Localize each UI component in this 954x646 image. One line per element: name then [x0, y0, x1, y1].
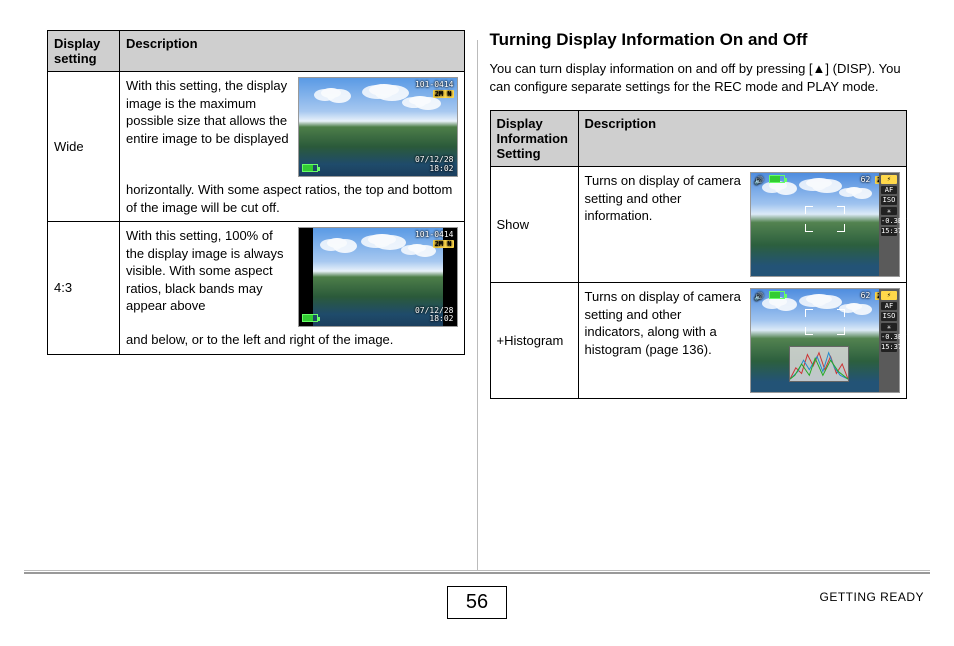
ev-icon: -0.3EV	[881, 333, 897, 341]
wb-icon: ✳	[881, 323, 897, 331]
osd-time: 18:02	[429, 164, 453, 173]
col-header-description: Description	[120, 31, 465, 72]
histogram-overlay	[789, 346, 849, 382]
description-text: Turns on display of camera setting and o…	[585, 172, 743, 225]
description-cell: With this setting, the display image is …	[120, 72, 465, 222]
flash-icon: ⚡	[881, 175, 897, 183]
col-header-setting: Display setting	[48, 31, 120, 72]
description-text-rest: horizontally. With some aspect ratios, t…	[126, 181, 458, 216]
clock-icon: 15:37	[881, 227, 897, 235]
osd-time: 18:02	[429, 314, 453, 323]
description-text: With this setting, the display image is …	[126, 77, 290, 147]
iso-icon: ISO	[881, 312, 897, 320]
osd-shots-remaining: 62	[861, 291, 871, 300]
example-screenshot-wide: 101-0414 2M N 07/12/28 18:02	[298, 77, 458, 177]
description-cell: With this setting, 100% of the display i…	[120, 222, 465, 355]
setting-cell: +Histogram	[490, 283, 578, 399]
display-setting-table: Display setting Description Wide With th…	[47, 30, 465, 355]
description-text: With this setting, 100% of the display i…	[126, 227, 290, 315]
setting-cell: 4:3	[48, 222, 120, 355]
right-column: Turning Display Information On and Off Y…	[478, 30, 920, 570]
af-icon: AF	[881, 186, 897, 194]
col-header-description: Description	[578, 111, 907, 167]
clock-icon: 15:37	[881, 343, 897, 351]
osd-size-badge: 2M N	[433, 90, 454, 98]
description-cell: Turns on display of camera setting and o…	[578, 283, 907, 399]
osd-size-badge: 2M N	[433, 240, 454, 248]
ev-icon: -0.3EV	[881, 217, 897, 225]
description-text: Turns on display of camera setting and o…	[585, 288, 743, 358]
flash-icon: ⚡	[881, 291, 897, 299]
osd-shots-remaining: 62	[861, 175, 871, 184]
setting-cell: Wide	[48, 72, 120, 222]
intro-paragraph: You can turn display information on and …	[490, 60, 908, 96]
table-row: Wide With this setting, the display imag…	[48, 72, 465, 222]
footer-rule	[24, 570, 930, 574]
osd-file-number: 101-0414	[415, 230, 454, 239]
table-row: Show Turns on display of camera setting …	[490, 167, 907, 283]
wb-icon: ✳	[881, 207, 897, 215]
osd-file-number: 101-0414	[415, 80, 454, 89]
iso-icon: ISO	[881, 196, 897, 204]
page-footer: 56 GETTING READY	[24, 570, 930, 622]
page-content: Display setting Description Wide With th…	[0, 0, 954, 570]
description-cell: Turns on display of camera setting and o…	[578, 167, 907, 283]
osd-right-sidebar: ⚡ AF ISO ✳ -0.3EV 15:37	[879, 173, 899, 276]
table-row: 4:3 With this setting, 100% of the displ…	[48, 222, 465, 355]
left-column: Display setting Description Wide With th…	[35, 30, 477, 570]
osd-right-sidebar: ⚡ AF ISO ✳ -0.3EV 15:37	[879, 289, 899, 392]
example-screenshot-show: 🔊 62 2M N ⚡ AF ISO ✳	[750, 172, 900, 277]
example-screenshot-4-3: 101-0414 2M N 07/12/28 18:02	[298, 227, 458, 327]
display-info-table: Display Information Setting Description …	[490, 110, 908, 399]
page-number: 56	[447, 586, 507, 619]
setting-cell: Show	[490, 167, 578, 283]
af-icon: AF	[881, 302, 897, 310]
section-heading: Turning Display Information On and Off	[490, 30, 908, 50]
example-screenshot-histogram: 🔊 62 2M N ⚡ AF ISO ✳	[750, 288, 900, 393]
description-text-rest: and below, or to the left and right of t…	[126, 331, 458, 349]
col-header-setting: Display Information Setting	[490, 111, 578, 167]
table-row: +Histogram Turns on display of camera se…	[490, 283, 907, 399]
section-label: GETTING READY	[819, 590, 924, 604]
